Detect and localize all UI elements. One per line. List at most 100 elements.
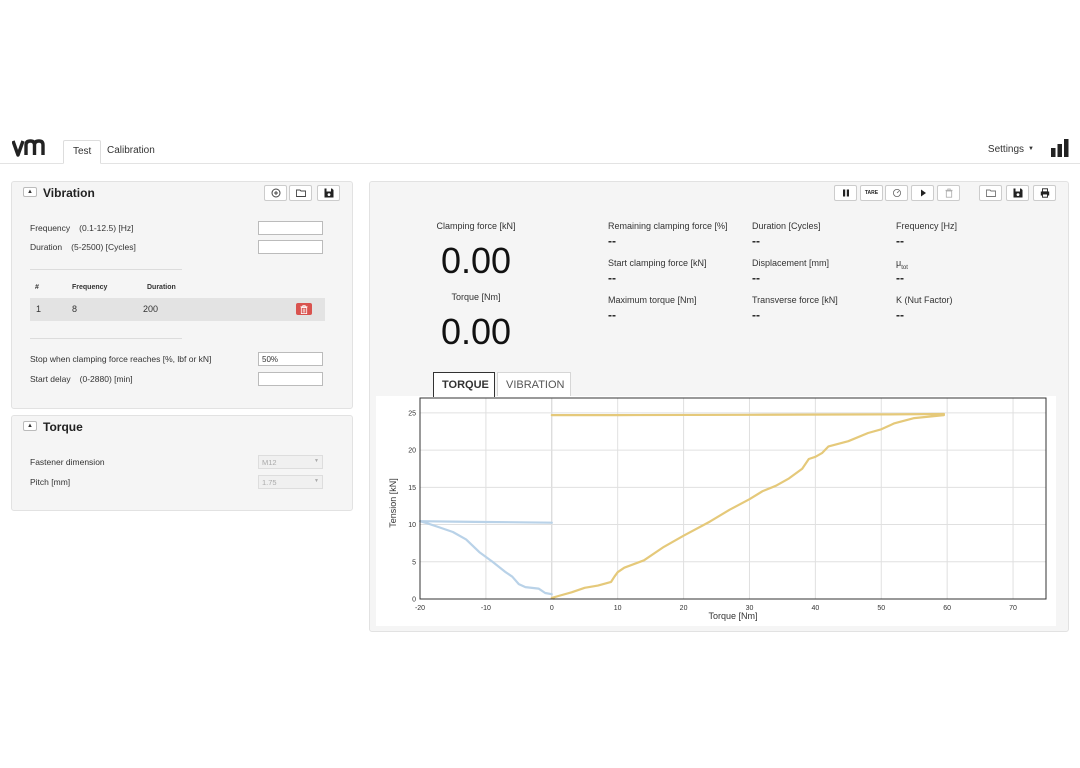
y-tick-label: 0 (412, 597, 416, 604)
vm-logo[interactable] (12, 138, 50, 158)
delete-row-button[interactable] (296, 303, 312, 315)
maximum-torque-label: Maximum torque [Nm] (608, 295, 697, 305)
folder-icon (985, 189, 996, 197)
chevron-down-icon: ▼ (314, 458, 319, 464)
table-cell-index: 1 (36, 304, 42, 314)
maximum-torque-value: -- (608, 308, 616, 322)
table-header-index: # (35, 284, 39, 291)
x-tick-label: 70 (1009, 605, 1017, 612)
bar-chart-icon[interactable] (1051, 139, 1069, 157)
clamping-force-label: Clamping force [kN] (436, 221, 516, 231)
y-tick-label: 5 (412, 559, 416, 566)
vibration-panel: ▲ Vibration Frequency (0.1-12.5) [Hz] Dur… (11, 181, 353, 409)
frequency-hz-label: Frequency [Hz] (896, 221, 958, 231)
table-header-duration: Duration (147, 284, 176, 291)
vibration-collapse-button[interactable]: ▲ (23, 187, 37, 197)
folder-icon (295, 189, 306, 197)
play-button[interactable] (911, 185, 934, 201)
pause-icon (842, 189, 849, 197)
x-tick-label: -20 (415, 605, 425, 612)
displacement-label: Displacement [mm] (752, 258, 830, 268)
settings-menu[interactable]: Settings ▼ (988, 144, 1034, 155)
x-tick-label: 20 (680, 605, 688, 612)
x-tick-label: 10 (614, 605, 622, 612)
duration-cycles-value: -- (752, 234, 760, 248)
nut-factor-value: -- (896, 308, 904, 322)
torque-panel: ▲ Torque Fastener dimension M12 ▼ Pitch [… (11, 415, 353, 511)
save-button[interactable] (317, 185, 340, 201)
add-step-button[interactable] (264, 185, 287, 201)
tare-button[interactable]: TARE (860, 185, 883, 201)
remaining-clamping-force-value: -- (608, 234, 616, 248)
start-clamping-force-value: -- (608, 271, 616, 285)
x-axis-label: Torque [Nm] (708, 611, 757, 621)
transverse-force-label: Transverse force [kN] (752, 295, 838, 305)
torque-value: 0.00 (440, 311, 512, 352)
pitch-select[interactable]: 1.75 ▼ (258, 475, 323, 489)
start-delay-input[interactable] (258, 372, 323, 386)
tab-test[interactable]: Test (63, 140, 102, 164)
remaining-clamping-force-label: Remaining clamping force [%] (608, 221, 728, 231)
trash-icon (300, 304, 308, 314)
y-tick-label: 25 (408, 410, 416, 417)
delete-button[interactable] (937, 185, 960, 201)
x-tick-label: -10 (481, 605, 491, 612)
duration-cycles-label: Duration [Cycles] (752, 221, 821, 231)
start-clamping-force-label: Start clamping force [kN] (608, 258, 707, 268)
top-nav: Test Calibration Settings ▼ (0, 130, 1080, 164)
mu-total-label: μtot (896, 258, 908, 271)
start-delay-label: Start delay (0-2880) [min] (30, 374, 133, 384)
torque-collapse-button[interactable]: ▲ (23, 421, 37, 431)
open-file-button[interactable] (979, 185, 1002, 201)
print-button[interactable] (1033, 185, 1056, 201)
duration-input[interactable] (258, 240, 323, 254)
pause-button[interactable] (834, 185, 857, 201)
transverse-force-value: -- (752, 308, 760, 322)
y-tick-label: 10 (408, 522, 416, 529)
duration-label: Duration (5-2500) [Cycles] (30, 242, 136, 252)
nut-factor-label: K (Nut Factor) (896, 295, 953, 305)
pitch-label: Pitch [mm] (30, 477, 71, 487)
stop-condition-input[interactable] (258, 352, 323, 366)
settings-label: Settings (987, 144, 1025, 155)
y-axis-label: Tension [kN] (388, 478, 398, 528)
fastener-dimension-select[interactable]: M12 ▼ (258, 455, 323, 469)
table-cell-duration: 200 (143, 304, 159, 314)
play-icon (920, 189, 926, 197)
frequency-label: Frequency (0.1-12.5) [Hz] (30, 223, 134, 233)
divider (30, 269, 182, 270)
trash-icon (945, 188, 952, 198)
displacement-value: -- (752, 271, 760, 285)
stop-condition-label: Stop when clamping force reaches [%, lbf… (30, 354, 212, 364)
gauge-icon (892, 189, 901, 197)
table-header-frequency: Frequency (72, 284, 108, 291)
torque-label: Torque [Nm] (451, 292, 501, 302)
y-tick-label: 20 (408, 448, 416, 455)
tab-calibration[interactable]: Calibration (98, 140, 164, 164)
mu-total-value: -- (896, 271, 904, 285)
chevron-down-icon: ▼ (314, 478, 319, 484)
divider (30, 338, 182, 339)
floppy-disk-icon (324, 188, 333, 198)
printer-icon (1040, 188, 1049, 198)
fastener-dimension-label: Fastener dimension (30, 457, 105, 467)
x-tick-label: 0 (550, 605, 554, 612)
vibration-title: Vibration (43, 186, 95, 200)
chart-background (376, 396, 1056, 626)
floppy-disk-icon (1013, 188, 1022, 198)
frequency-input[interactable] (258, 221, 323, 235)
reset-button[interactable] (885, 185, 908, 201)
table-cell-frequency: 8 (72, 304, 78, 314)
x-tick-label: 50 (877, 605, 885, 612)
y-tick-label: 15 (408, 485, 416, 492)
frequency-hz-value: -- (896, 234, 904, 248)
save-button[interactable] (1006, 185, 1029, 201)
tab-torque-chart[interactable]: TORQUE (433, 372, 495, 397)
torque-tension-chart: -20 -10 0 10 20 30 40 50 60 700510152025 Torque [… (376, 396, 1056, 626)
clamping-force-value: 0.00 (440, 240, 512, 281)
x-tick-label: 60 (943, 605, 951, 612)
chevron-down-icon: ▼ (1028, 146, 1034, 153)
x-tick-label: 40 (811, 605, 819, 612)
tab-vibration-chart[interactable]: VIBRATION (497, 372, 571, 397)
open-file-button[interactable] (289, 185, 312, 201)
